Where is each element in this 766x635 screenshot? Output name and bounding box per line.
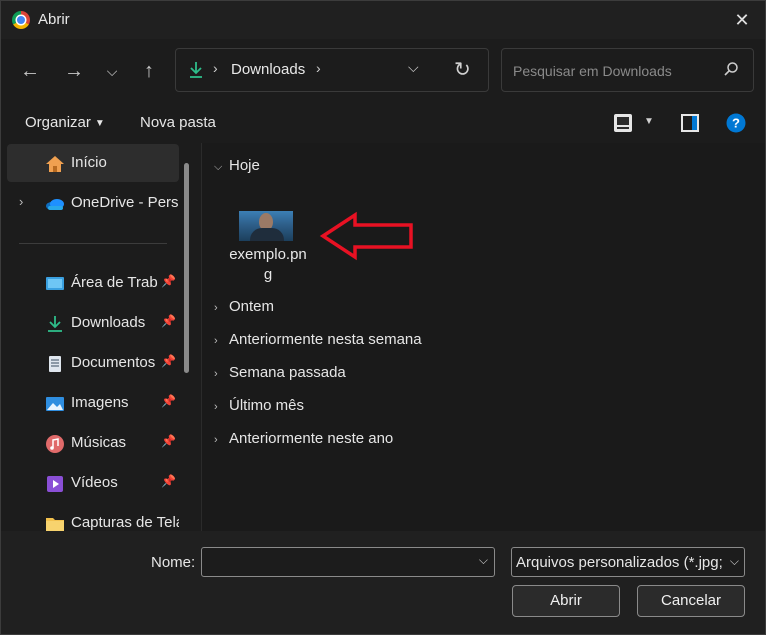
open-button[interactable]: Abrir xyxy=(512,585,620,617)
sidebar-item-desktop[interactable]: Área de Trab 📌 xyxy=(7,264,179,302)
pin-icon: 📌 xyxy=(161,354,176,368)
navigation-bar: ← → ⌵ ↑ › Downloads › ⌵ ↻ xyxy=(1,39,765,103)
svg-text:?: ? xyxy=(732,116,740,131)
search-icon[interactable] xyxy=(723,61,739,77)
preview-pane-icon[interactable] xyxy=(680,113,700,133)
download-icon xyxy=(190,62,202,78)
group-header-last-week[interactable]: › Semana passada xyxy=(214,364,346,381)
organize-label: Organizar xyxy=(25,114,91,131)
search-input[interactable] xyxy=(511,60,715,82)
onedrive-icon xyxy=(46,199,64,210)
sidebar-item-onedrive[interactable]: › OneDrive - Perso xyxy=(7,184,179,222)
collapse-chevron-icon: ⌵ xyxy=(214,161,223,173)
group-header-last-month[interactable]: › Último mês xyxy=(214,397,304,414)
pin-icon: 📌 xyxy=(161,394,176,408)
refresh-button[interactable]: ↻ xyxy=(454,57,471,82)
sidebar-item-home[interactable]: Início xyxy=(7,144,179,182)
address-dropdown-icon[interactable]: ⌵ xyxy=(408,59,419,76)
sidebar-item-documents[interactable]: Documentos 📌 xyxy=(7,344,179,382)
sidebar-item-pictures[interactable]: Imagens 📌 xyxy=(7,384,179,422)
file-name-label: Nome: xyxy=(151,554,196,571)
help-icon[interactable]: ? xyxy=(726,113,746,133)
sidebar-divider xyxy=(19,243,167,244)
close-button[interactable]: ✕ xyxy=(729,7,755,33)
documents-icon xyxy=(49,356,61,372)
file-name-combobox[interactable]: ⌵ xyxy=(201,547,495,577)
sidebar-item-label: Capturas de Tela xyxy=(71,514,179,531)
view-dropdown-icon[interactable]: ▼ xyxy=(644,116,654,127)
file-list: ⌵ Hoje exemplo.png › Ontem › Anteriormente … xyxy=(202,143,765,531)
expand-chevron-icon: › xyxy=(214,368,218,380)
pin-icon: 📌 xyxy=(161,474,176,488)
sidebar-scrollbar[interactable] xyxy=(184,163,189,373)
expand-chevron-icon[interactable]: › xyxy=(19,194,23,209)
image-thumbnail xyxy=(239,211,293,241)
file-open-dialog: Abrir ✕ ← → ⌵ ↑ › Downloads › ⌵ ↻ Pesqui… xyxy=(0,0,766,635)
navigation-pane: Início › OneDrive - Perso Área de Trab 📌 xyxy=(1,143,201,531)
breadcrumb-separator-icon: › xyxy=(213,60,218,76)
expand-chevron-icon: › xyxy=(214,335,218,347)
window-title: Abrir xyxy=(38,11,70,28)
pictures-icon xyxy=(46,397,64,411)
breadcrumb-separator-icon[interactable]: › xyxy=(316,60,321,76)
pin-icon: 📌 xyxy=(161,274,176,288)
title-bar: Abrir ✕ xyxy=(1,1,765,39)
videos-icon xyxy=(47,476,63,492)
home-icon xyxy=(46,156,64,172)
chevron-down-icon: ⌵ xyxy=(729,554,739,568)
expand-chevron-icon: › xyxy=(214,434,218,446)
command-bar: Organizar ▼ Nova pasta ▼ ? xyxy=(1,103,765,143)
expand-chevron-icon: › xyxy=(214,401,218,413)
recent-locations-button[interactable]: ⌵ xyxy=(100,59,124,83)
search-box[interactable] xyxy=(501,48,754,92)
pin-icon: 📌 xyxy=(161,314,176,328)
sidebar-item-videos[interactable]: Vídeos 📌 xyxy=(7,464,179,502)
file-type-value: Arquivos personalizados (*.jpg;* xyxy=(516,554,722,571)
group-header-earlier-this-week[interactable]: › Anteriormente nesta semana xyxy=(214,331,422,348)
view-options-icon[interactable] xyxy=(613,113,633,133)
annotation-arrow-icon xyxy=(319,211,413,261)
cancel-button[interactable]: Cancelar xyxy=(637,585,745,617)
group-header-today[interactable]: ⌵ Hoje xyxy=(214,157,260,174)
sidebar-item-label: OneDrive - Perso xyxy=(71,194,179,211)
file-name: exemplo.png xyxy=(229,246,307,283)
organize-button[interactable]: Organizar ▼ xyxy=(25,114,105,131)
sidebar-item-downloads[interactable]: Downloads 📌 xyxy=(7,304,179,342)
music-icon xyxy=(46,435,64,453)
caret-down-icon: ▼ xyxy=(94,118,105,129)
chrome-icon xyxy=(12,11,30,29)
file-name-input[interactable] xyxy=(208,552,472,574)
forward-button[interactable]: → xyxy=(62,59,86,83)
address-bar[interactable]: › Downloads › ⌵ ↻ xyxy=(175,48,489,92)
download-icon xyxy=(48,316,62,332)
pin-icon: 📌 xyxy=(161,434,176,448)
new-folder-button[interactable]: Nova pasta xyxy=(140,114,216,131)
back-button[interactable]: ← xyxy=(18,59,42,83)
breadcrumb-downloads[interactable]: Downloads xyxy=(231,61,305,78)
up-button[interactable]: ↑ xyxy=(137,59,161,83)
chevron-down-icon[interactable]: ⌵ xyxy=(479,553,488,568)
desktop-icon xyxy=(46,277,64,290)
group-header-yesterday[interactable]: › Ontem xyxy=(214,298,274,315)
sidebar-item-music[interactable]: Músicas 📌 xyxy=(7,424,179,462)
sidebar-item-label: Início xyxy=(71,154,107,171)
dialog-footer: Nome: ⌵ Arquivos personalizados (*.jpg;*… xyxy=(1,531,765,634)
group-header-earlier-this-year[interactable]: › Anteriormente neste ano xyxy=(214,430,393,447)
file-type-select[interactable]: Arquivos personalizados (*.jpg;* ⌵ xyxy=(511,547,745,577)
expand-chevron-icon: › xyxy=(214,302,218,314)
